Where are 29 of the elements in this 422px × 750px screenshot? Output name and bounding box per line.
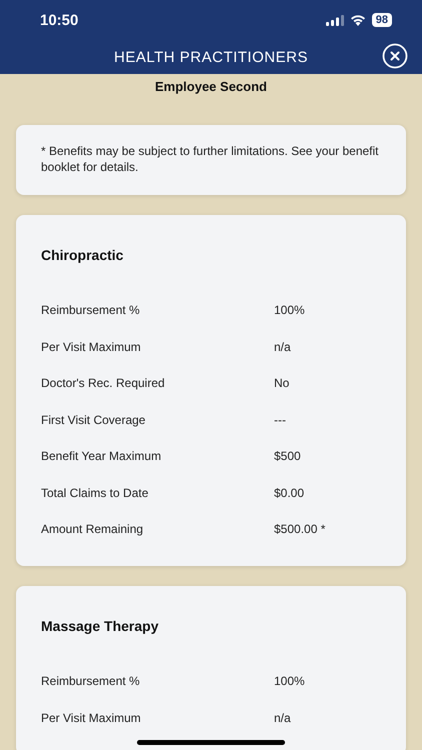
benefit-value: n/a [274, 710, 291, 726]
benefit-value: $0.00 [274, 484, 304, 502]
disclaimer-note: * Benefits may be subject to further limitations. See your benefit booklet for details. [41, 143, 380, 175]
battery-level: 98 [372, 13, 392, 27]
benefit-value: $500 [274, 448, 301, 465]
benefit-title: Chiropractic [41, 247, 124, 263]
benefit-label: Reimbursement % [41, 302, 141, 319]
benefit-label: Per Visit Maximum [41, 338, 142, 356]
benefit-value: --- [274, 412, 286, 428]
benefit-value: No [274, 375, 290, 392]
benefit-label: Amount Remaining [41, 521, 144, 538]
benefit-label: Total Claims to Date [41, 484, 150, 502]
benefit-label: Reimbursement % [41, 673, 141, 690]
screen-title: HEALTH PRACTITIONERS [114, 48, 308, 66]
close-button[interactable] [382, 43, 408, 69]
status-time: 10:50 [40, 12, 78, 28]
benefit-label: Benefit Year Maximum [41, 448, 162, 465]
benefit-title: Massage Therapy [41, 618, 160, 634]
employee-name: Employee Second [154, 78, 268, 96]
benefit-value: 100% [274, 673, 305, 690]
benefit-value: 100% [274, 302, 305, 319]
benefit-value: $500.00 * [274, 521, 326, 538]
benefit-label: Per Visit Maximum [41, 710, 142, 726]
benefit-value: n/a [274, 338, 291, 356]
benefit-label: Doctor's Rec. Required [41, 375, 166, 392]
wifi-icon [350, 14, 366, 26]
close-icon [382, 43, 408, 69]
benefit-label: First Visit Coverage [41, 412, 146, 428]
signal-icon [326, 14, 344, 26]
